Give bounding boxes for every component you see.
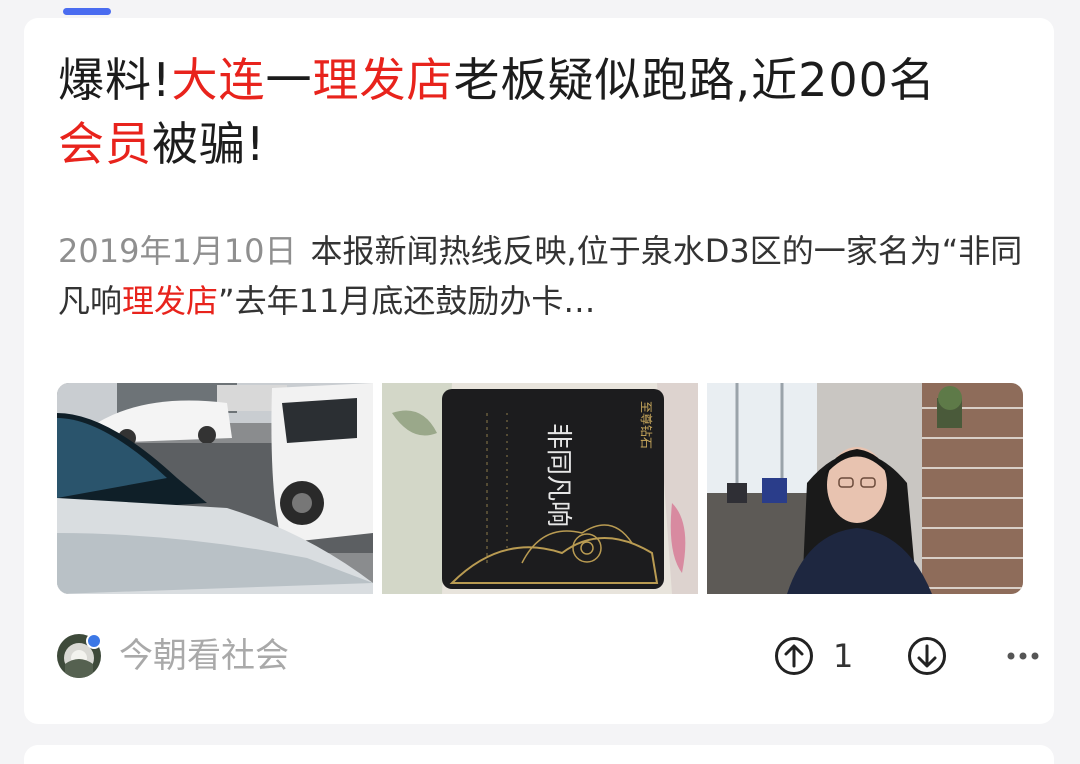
- article-footer: 今朝看社会 1: [57, 630, 1039, 682]
- member-card-photo[interactable]: 非同凡响 至尊钻石: [382, 383, 698, 594]
- image-strip: 非同凡响 至尊钻石: [57, 383, 1023, 594]
- arrow-up-circle-icon[interactable]: [774, 636, 814, 676]
- title-text: 被骗!: [152, 117, 266, 171]
- card-corner-text: 至尊钻石: [639, 401, 654, 449]
- summary-keyword-barbershop: 理发店: [122, 282, 219, 320]
- upvote-count: 1: [833, 637, 854, 675]
- title-text: 老板疑似跑路,近200名: [453, 53, 936, 107]
- summary-text: ”去年11月底还鼓励办卡…: [218, 282, 596, 320]
- top-tab-strip: [0, 0, 1080, 18]
- arrow-down-circle-icon[interactable]: [907, 636, 947, 676]
- title-keyword-barbershop: 理发店: [312, 53, 454, 107]
- card-text: 非同凡响: [544, 423, 574, 527]
- active-tab-indicator: [63, 8, 111, 15]
- street-cars-photo[interactable]: [57, 383, 373, 594]
- article-title[interactable]: 爆料!大连一理发店老板疑似跑路,近200名会员被骗!: [58, 48, 978, 176]
- next-article-card[interactable]: [24, 745, 1054, 764]
- title-text: 一: [265, 53, 313, 107]
- page: 爆料!大连一理发店老板疑似跑路,近200名会员被骗! 2019年1月10日 本报新…: [0, 0, 1080, 764]
- verified-badge: [86, 633, 102, 649]
- title-keyword-member: 会员: [58, 117, 152, 171]
- more-dots-icon[interactable]: [1005, 644, 1041, 668]
- article-date: 2019年1月10日: [58, 232, 297, 270]
- title-keyword-dalian: 大连: [171, 53, 266, 107]
- title-text: 爆料!: [58, 53, 172, 107]
- woman-in-shop-photo[interactable]: [707, 383, 1023, 594]
- author-name[interactable]: 今朝看社会: [119, 633, 289, 679]
- article-summary[interactable]: 2019年1月10日 本报新闻热线反映,位于泉水D3区的一家名为“非同凡响理发店”…: [58, 226, 1028, 326]
- article-card[interactable]: 爆料!大连一理发店老板疑似跑路,近200名会员被骗! 2019年1月10日 本报新…: [24, 18, 1054, 724]
